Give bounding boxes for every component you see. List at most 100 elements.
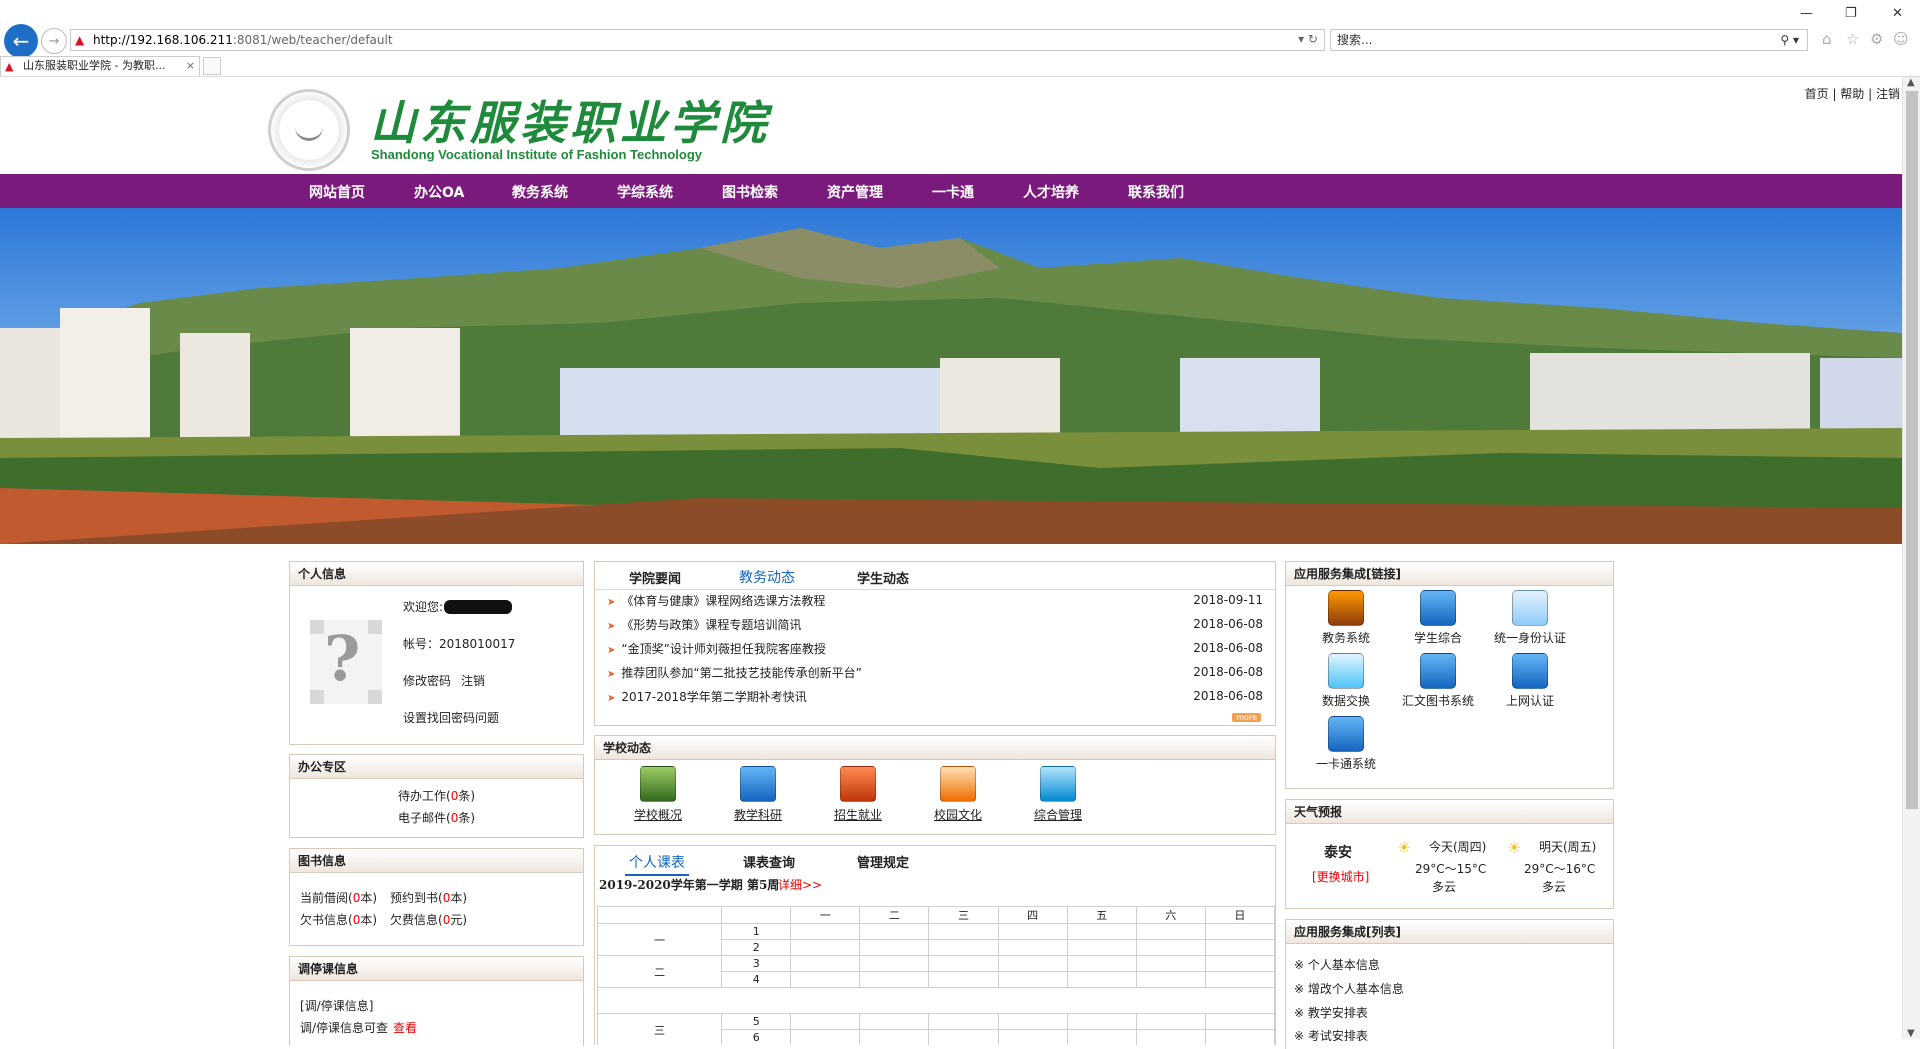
site-icon: ▲	[5, 60, 14, 73]
timetable-grid: 一二三四五六日 一1 2 二3 4 三5 6	[596, 906, 1275, 1045]
close-icon[interactable]: ✕	[1892, 6, 1903, 21]
app-student-portal[interactable]: 学生综合	[1392, 590, 1484, 646]
tile-teaching-research[interactable]: 教学科研	[713, 766, 803, 823]
campus-landscape-illustration	[0, 228, 1902, 544]
gear-icon[interactable]: ⚙	[1870, 30, 1883, 48]
app-card-system[interactable]: 一卡通系统	[1300, 716, 1392, 772]
top-links: 首页 | 帮助 | 注销	[1804, 87, 1900, 101]
tab-title: 山东服装职业学院 - 为教职...	[23, 59, 166, 72]
user-icon	[1328, 716, 1364, 752]
nav-item-home[interactable]: 网站首页	[309, 182, 365, 202]
nav-item-oa[interactable]: 办公OA	[414, 182, 464, 202]
bullet-icon: ➤	[607, 621, 616, 632]
logout-link-panel[interactable]: 注销	[461, 672, 485, 689]
sun-icon: ☀	[1507, 838, 1522, 857]
search-icon[interactable]: ⚲ ▾	[1780, 30, 1799, 50]
news-item[interactable]: ➤ “金顶奖”设计师刘薇担任我院客座教授	[607, 640, 826, 657]
home-icon[interactable]: ⌂	[1822, 30, 1832, 48]
scroll-up-icon[interactable]: ▲	[1907, 77, 1915, 88]
service-list-item[interactable]: ※ 增改个人基本信息	[1294, 980, 1404, 997]
service-list-item[interactable]: ※ 教学安排表	[1294, 1004, 1368, 1021]
more-link[interactable]: more	[1232, 713, 1261, 722]
browser-tab[interactable]: ▲ 山东服装职业学院 - 为教职... ×	[0, 56, 200, 76]
nav-item-library[interactable]: 图书检索	[722, 182, 778, 202]
tile-general-management[interactable]: 综合管理	[1013, 766, 1103, 823]
bullet-icon: ➤	[607, 645, 616, 656]
welcome-label: 欢迎您:	[403, 600, 444, 614]
research-icon	[740, 766, 776, 802]
nav-item-student[interactable]: 学综系统	[617, 182, 673, 202]
back-button[interactable]: ←	[4, 24, 38, 58]
email-link[interactable]: 电子邮件(0条)	[398, 809, 475, 826]
news-item[interactable]: ➤ 推荐团队参加“第二批技艺技能传承创新平台”	[607, 664, 862, 681]
new-tab-button[interactable]	[203, 57, 221, 75]
calendar-icon	[1512, 590, 1548, 626]
nav-item-contact[interactable]: 联系我们	[1128, 182, 1184, 202]
logout-link[interactable]: 注销	[1876, 87, 1900, 101]
news-date: 2018-06-08	[1193, 641, 1263, 655]
news-item[interactable]: ➤ 2017-2018学年第二学期补考快讯	[607, 688, 807, 705]
forward-button[interactable]: →	[41, 28, 67, 54]
address-bar[interactable]: ▲ http://192.168.106.211:8081/web/teache…	[70, 29, 1325, 51]
news-item[interactable]: ➤ 《体育与健康》课程网络选课方法教程	[607, 592, 825, 609]
app-network-auth[interactable]: 上网认证	[1484, 653, 1576, 709]
tile-school-overview[interactable]: 学校概况	[613, 766, 703, 823]
chart-icon	[840, 766, 876, 802]
tab-student-news[interactable]: 学生动态	[857, 568, 909, 587]
news-date: 2018-06-08	[1193, 689, 1263, 703]
college-seal-logo	[268, 89, 350, 171]
current-borrow[interactable]: 当前借阅(0本)	[300, 889, 377, 906]
minimize-icon[interactable]: —	[1800, 6, 1813, 21]
app-library-system[interactable]: 汇文图书系统	[1392, 653, 1484, 709]
url-host: http://192.168.106.211	[93, 33, 233, 47]
service-list-item[interactable]: ※ 个人基本信息	[1294, 956, 1380, 973]
app-academic-system[interactable]: 教务系统	[1300, 590, 1392, 646]
timetable-detail-link[interactable]: 详细>>	[778, 876, 822, 893]
scrollbar-thumb[interactable]	[1906, 91, 1918, 809]
todo-link[interactable]: 待办工作(0条)	[398, 787, 475, 804]
sun-icon: ☀	[1397, 838, 1412, 857]
scroll-down-icon[interactable]: ▼	[1907, 1028, 1915, 1039]
tab-timetable-search[interactable]: 课表查询	[743, 852, 795, 871]
help-link[interactable]: 帮助	[1840, 87, 1864, 101]
smiley-icon[interactable]: ☺	[1893, 30, 1909, 48]
logo-chinese: 山东服装职业学院	[370, 96, 770, 150]
reserved-books[interactable]: 预约到书(0本)	[390, 889, 467, 906]
app-unified-auth[interactable]: 统一身份认证	[1484, 590, 1576, 646]
refresh-icon[interactable]: ▾ ↻	[1298, 32, 1318, 46]
fines[interactable]: 欠费信息(0元)	[390, 911, 467, 928]
tab-personal-timetable[interactable]: 个人课表	[625, 852, 689, 876]
news-item[interactable]: ➤ 《形势与政策》课程专题培训简讯	[607, 616, 801, 633]
timetable-tabs: 个人课表 课表查询 管理规定	[595, 846, 1275, 876]
security-question-link[interactable]: 设置找回密码问题	[403, 709, 499, 726]
tab-close-icon[interactable]: ×	[186, 57, 195, 75]
today-label: 今天(周四)	[1429, 840, 1487, 854]
restore-icon[interactable]: ❐	[1845, 6, 1857, 21]
schedule-change-panel: 调停课信息 [调/停课信息] 调/停课信息可查 查看	[289, 956, 584, 1046]
overdue-books[interactable]: 欠书信息(0本)	[300, 911, 377, 928]
page-scrollbar[interactable]: ▲ ▼	[1902, 77, 1920, 1039]
apps-link-panel: 应用服务集成[链接] 教务系统 学生综合 统一身份认证 数据交换 汇文图书系统 …	[1285, 561, 1614, 789]
service-list-item[interactable]: ※ 考试安排表	[1294, 1027, 1368, 1044]
view-link[interactable]: 查看	[393, 1019, 417, 1036]
nav-item-card[interactable]: 一卡通	[932, 182, 974, 202]
tab-regulations[interactable]: 管理规定	[857, 852, 909, 871]
tile-campus-culture[interactable]: 校园文化	[913, 766, 1003, 823]
nav-item-assets[interactable]: 资产管理	[827, 182, 883, 202]
search-box[interactable]: 搜索... ⚲ ▾	[1330, 29, 1808, 51]
panel-title: 图书信息	[290, 849, 583, 873]
tab-academic-news[interactable]: 教务动态	[739, 567, 795, 587]
nav-item-talent[interactable]: 人才培养	[1023, 182, 1079, 202]
browser-chrome: ← → ▲ http://192.168.106.211:8081/web/te…	[0, 0, 1920, 77]
favorites-star-icon[interactable]: ☆	[1846, 30, 1859, 48]
change-city-link[interactable]: [更换城市]	[1312, 868, 1369, 885]
app-data-exchange[interactable]: 数据交换	[1300, 653, 1392, 709]
change-password-link[interactable]: 修改密码	[403, 672, 451, 689]
tile-admissions[interactable]: 招生就业	[813, 766, 903, 823]
panel-title: 应用服务集成[列表]	[1286, 920, 1613, 944]
tab-college-news[interactable]: 学院要闻	[629, 568, 681, 587]
home-link[interactable]: 首页	[1805, 87, 1829, 101]
news-panel: 学院要闻 教务动态 学生动态 ➤ 《体育与健康》课程网络选课方法教程 2018-0…	[594, 561, 1276, 726]
url-path: :8081/web/teacher/default	[232, 33, 393, 47]
nav-item-academic[interactable]: 教务系统	[512, 182, 568, 202]
